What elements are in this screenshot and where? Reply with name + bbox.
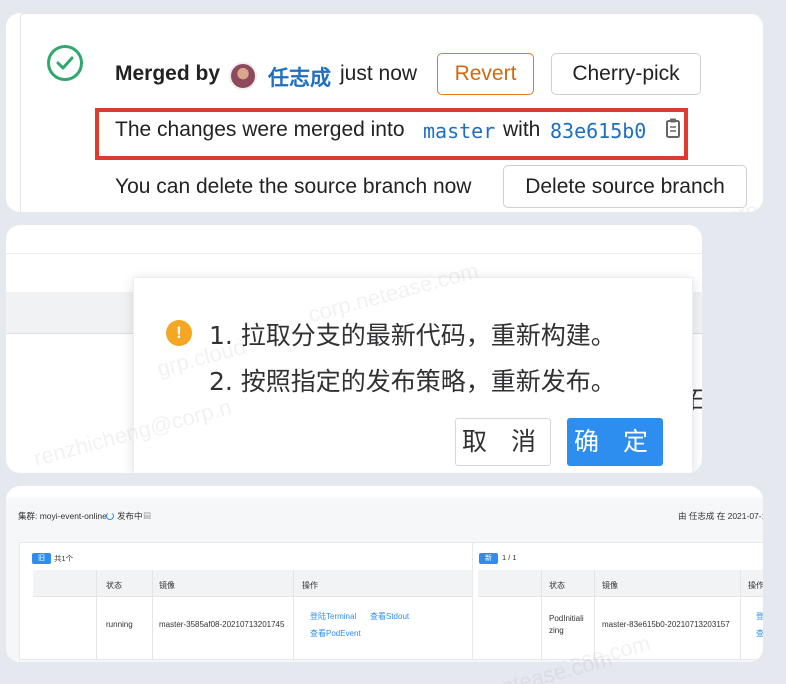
old-count: 共1个: [54, 554, 74, 563]
new-header-image: 镜像: [602, 581, 618, 590]
dialog-line-2: 2. 按照指定的发布策略，重新发布。: [209, 367, 616, 396]
old-row-image: master-3585af08-20210713201745: [159, 620, 285, 629]
col-divider: [152, 570, 153, 660]
commit-sha-link[interactable]: 83e615b0: [550, 119, 646, 143]
revert-button[interactable]: Revert: [437, 53, 534, 95]
old-table-header: [33, 570, 473, 597]
col-divider: [740, 570, 741, 660]
old-header-actions: 操作: [302, 581, 318, 590]
cherry-pick-button[interactable]: Cherry-pick: [551, 53, 701, 95]
new-tag: 新: [479, 553, 498, 564]
view-stdout-link[interactable]: 查: [756, 628, 763, 639]
old-header-image: 镜像: [159, 581, 175, 590]
copy-icon[interactable]: [664, 117, 682, 139]
col-divider: [96, 570, 97, 660]
old-tag: 旧: [32, 553, 51, 564]
login-terminal-link[interactable]: 登: [756, 611, 763, 622]
old-row-status: running: [106, 620, 133, 629]
doc-icon: ▤: [143, 510, 152, 520]
warning-icon: !: [166, 320, 192, 346]
delete-source-branch-button[interactable]: Delete source branch: [503, 165, 747, 208]
merge-panel: Merged by 任志成 just now Revert Cherry-pic…: [6, 13, 763, 212]
merged-by-user-link[interactable]: 任志成: [268, 62, 331, 92]
old-header-status: 状态: [106, 581, 122, 590]
col-divider: [594, 570, 595, 660]
login-terminal-link[interactable]: 登陆Terminal: [310, 611, 356, 622]
col-divider: [293, 570, 294, 660]
new-row-image: master-83e615b0-20210713203157: [602, 620, 730, 629]
avatar: [229, 62, 257, 90]
confirm-button[interactable]: 确 定: [567, 418, 663, 466]
merged-check-icon: [47, 45, 83, 81]
deploy-status: 发布中: [117, 511, 143, 521]
delete-branch-text: You can delete the source branch now: [115, 175, 472, 198]
new-header-status: 状态: [549, 581, 565, 590]
new-row-status-1: PodInitiali: [549, 614, 584, 623]
view-podevent-link[interactable]: 查看PodEvent: [310, 628, 361, 639]
col-divider: [541, 570, 542, 660]
loading-icon: [106, 512, 114, 520]
deployed-by-text: 由 任志成 在 2021-07-1: [678, 511, 763, 521]
dialog-line-1: 1. 拉取分支的最新代码，重新构建。: [209, 321, 616, 350]
with-label: with: [503, 118, 541, 141]
target-branch-link[interactable]: master: [423, 119, 495, 143]
view-stdout-link[interactable]: 查看Stdout: [370, 611, 409, 622]
new-count: 1 / 1: [502, 553, 517, 562]
new-row-status-2: zing: [549, 626, 564, 635]
new-table-header: [478, 570, 763, 597]
confirm-panel: 石 ! 1. 拉取分支的最新代码，重新构建。 2. 按照指定的发布策略，重新发布…: [6, 225, 702, 473]
cluster-label: 集群: moyi-event-online: [18, 511, 107, 521]
divider: [6, 253, 702, 254]
old-version-card: [19, 542, 477, 660]
changes-merged-text: The changes were merged into: [115, 118, 405, 141]
deploy-panel: 集群: moyi-event-online 发布中 ▤ 由 任志成 在 2021…: [6, 486, 763, 662]
confirm-dialog: ! 1. 拉取分支的最新代码，重新构建。 2. 按照指定的发布策略，重新发布。 …: [133, 277, 693, 473]
cancel-button[interactable]: 取 消: [455, 418, 551, 466]
merged-by-label: Merged by: [115, 62, 221, 85]
merged-time: just now: [340, 62, 418, 85]
new-header-actions: 操作: [748, 581, 763, 590]
